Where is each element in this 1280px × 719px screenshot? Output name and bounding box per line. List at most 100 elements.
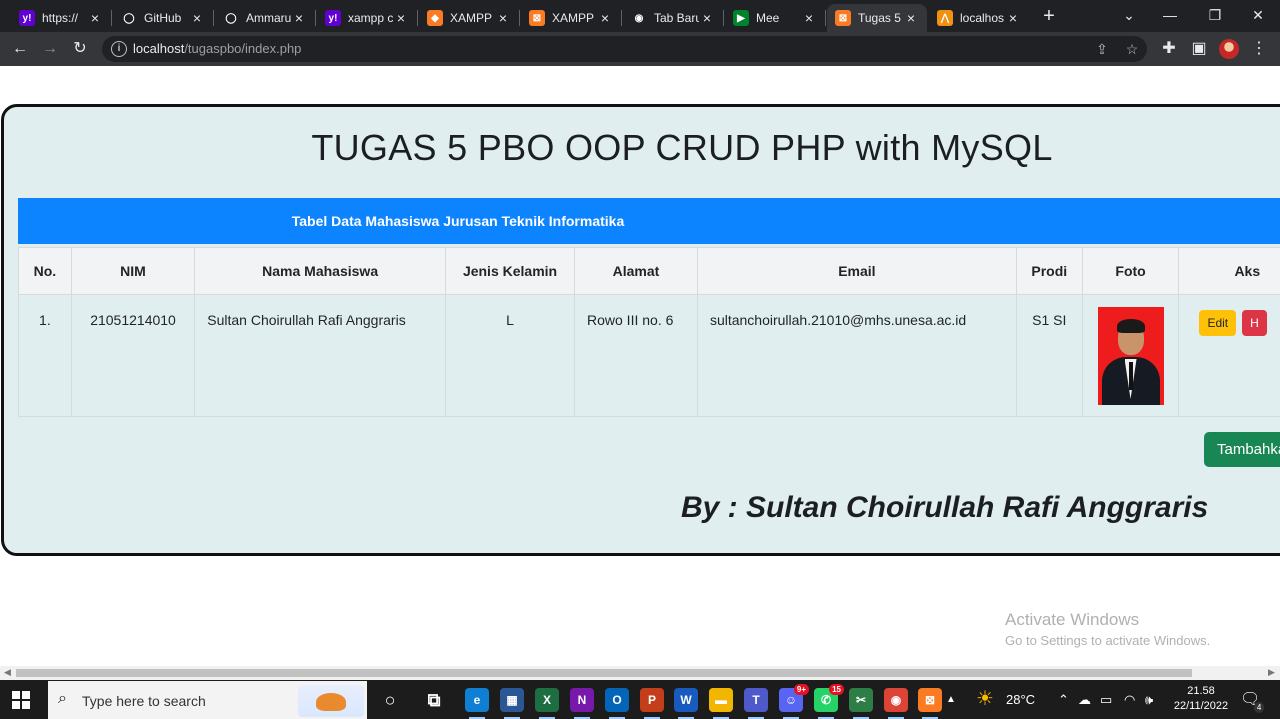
excel-icon[interactable]: X — [535, 688, 559, 719]
tab-separator — [417, 10, 418, 26]
outlook-icon[interactable]: O — [605, 688, 629, 719]
close-tab-icon[interactable]: × — [87, 10, 103, 26]
student-photo — [1097, 307, 1164, 405]
tab-separator — [825, 10, 826, 26]
github-icon: ◯ — [121, 10, 137, 26]
browser-tab[interactable]: ▶ Mee × — [725, 4, 826, 32]
watermark-subtitle: Go to Settings to activate Windows. — [1005, 633, 1211, 648]
scrollbar-thumb[interactable] — [16, 669, 1192, 677]
windows-start-icon[interactable] — [12, 691, 30, 709]
meet-icon: ▶ — [733, 10, 749, 26]
onedrive-cloud-icon[interactable]: ☁ — [1078, 680, 1091, 719]
address-bar[interactable]: i localhost/tugaspbo/index.php ⇪ ☆ — [102, 36, 1147, 62]
search-placeholder: Type here to search — [82, 693, 206, 709]
share-icon[interactable]: ⇪ — [1092, 39, 1112, 59]
delete-button[interactable]: H — [1242, 310, 1267, 336]
store-icon[interactable]: ▦ — [500, 688, 524, 719]
browser-tab[interactable]: ◆ XAMPP × — [419, 4, 520, 32]
forward-arrow-icon[interactable]: → — [38, 37, 62, 61]
close-tab-icon[interactable]: × — [597, 10, 613, 26]
task-view-icon[interactable]: ⧉ — [422, 688, 446, 712]
browser-tab[interactable]: ⊠ Tugas 5 × — [827, 4, 927, 32]
scroll-right-arrow-icon[interactable]: ▶ — [1268, 667, 1275, 678]
bookmark-star-icon[interactable]: ☆ — [1122, 39, 1142, 59]
extensions-puzzle-icon[interactable]: ✚ — [1157, 37, 1181, 61]
onenote-icon[interactable]: N — [570, 688, 594, 719]
close-tab-icon[interactable]: × — [801, 10, 817, 26]
cell-aksi: Edit H — [1178, 294, 1280, 417]
minimize-button[interactable]: — — [1150, 0, 1190, 30]
url-text[interactable]: localhost/tugaspbo/index.php — [133, 41, 301, 56]
close-window-button[interactable]: ✕ — [1238, 0, 1278, 30]
close-tab-icon[interactable]: × — [903, 10, 919, 26]
profile-avatar[interactable] — [1219, 39, 1239, 59]
browser-tab[interactable]: ◉ Tab Baru × — [623, 4, 724, 32]
word-icon[interactable]: W — [674, 688, 698, 719]
col-header-no: No. — [18, 247, 72, 295]
activate-windows-watermark: Activate Windows Go to Settings to activ… — [1005, 610, 1210, 648]
tab-title: https:// — [42, 11, 79, 25]
browser-tab[interactable]: ◯ GitHub × — [113, 4, 214, 32]
cell-prodi: S1 SI — [1015, 294, 1083, 417]
whatsapp-icon[interactable]: ✆ 15 — [814, 684, 844, 719]
weather-temperature[interactable]: 28°C — [1006, 680, 1035, 719]
taskbar-overflow-arrows-icon[interactable]: ▲ — [946, 680, 956, 719]
weather-sun-icon[interactable]: ☀ — [976, 680, 994, 719]
close-tab-icon[interactable]: × — [699, 10, 715, 26]
tab-title: xampp c — [348, 11, 393, 25]
taskbar-clock[interactable]: 21.58 22/11/2022 — [1165, 684, 1237, 714]
menu-kebab-icon[interactable]: ⋮ — [1247, 37, 1271, 61]
tab-title: XAMPP I — [552, 11, 597, 25]
close-tab-icon[interactable]: × — [495, 10, 511, 26]
file-explorer-icon[interactable]: ▬ — [709, 688, 733, 719]
outlook-glyph: O — [612, 693, 622, 707]
chrome-icon[interactable]: ◉ — [884, 688, 908, 719]
close-tab-icon[interactable]: × — [1005, 10, 1021, 26]
tray-expand-icon[interactable]: ⌃ — [1058, 680, 1069, 719]
teams-icon[interactable]: T — [744, 688, 768, 719]
browser-tab[interactable]: ◯ Ammaru × — [215, 4, 316, 32]
reload-icon[interactable]: ↻ — [68, 37, 92, 61]
maximize-button[interactable]: ❐ — [1195, 0, 1235, 30]
scroll-left-arrow-icon[interactable]: ◀ — [4, 667, 11, 678]
close-tab-icon[interactable]: × — [393, 10, 409, 26]
powerpoint-icon[interactable]: P — [640, 688, 664, 719]
close-tab-icon[interactable]: × — [291, 10, 307, 26]
url-host: localhost — [133, 41, 185, 56]
col-header-nim: NIM — [70, 247, 196, 295]
wifi-icon[interactable]: ◠ — [1124, 680, 1135, 719]
new-tab-button[interactable]: + — [1038, 4, 1060, 28]
word-glyph: W — [680, 693, 692, 707]
browser-tab[interactable]: ⊠ XAMPP I × — [521, 4, 622, 32]
cortana-glyph: ○ — [384, 690, 396, 710]
close-tab-icon[interactable]: × — [189, 10, 205, 26]
side-panel-icon[interactable]: ▣ — [1187, 37, 1211, 61]
snipping-glyph: ✂ — [855, 693, 867, 707]
edge-icon[interactable]: e — [465, 688, 489, 719]
edit-button[interactable]: Edit — [1199, 310, 1237, 336]
back-arrow-icon[interactable]: ← — [8, 37, 32, 61]
notification-count: 4 — [1253, 702, 1265, 713]
clock-time: 21.58 — [1187, 685, 1215, 697]
search-icon: ⌕ — [58, 690, 67, 707]
discord-icon[interactable]: ☺ 9+ — [779, 684, 809, 719]
horizontal-scrollbar[interactable]: ◀ ▶ — [0, 666, 1280, 680]
browser-tab[interactable]: ⋀ localhos × — [929, 4, 1029, 32]
browser-tab[interactable]: y! https:// × — [11, 4, 112, 32]
tab-title: Mee — [756, 11, 780, 25]
cell-foto — [1081, 294, 1180, 417]
tab-search-icon[interactable]: ⌄ — [1109, 0, 1149, 30]
xampp-icon[interactable]: ⊠ — [918, 688, 942, 719]
tab-separator — [621, 10, 622, 26]
table-caption: Tabel Data Mahasiswa Jurusan Teknik Info… — [291, 213, 625, 229]
add-data-button[interactable]: Tambahka — [1204, 432, 1280, 467]
taskbar-search-box[interactable]: ⌕ Type here to search — [48, 681, 367, 719]
battery-icon[interactable]: ▭ — [1100, 680, 1112, 719]
site-info-icon[interactable]: i — [111, 41, 127, 57]
snipping-icon[interactable]: ✂ — [849, 688, 873, 719]
store-glyph: ▦ — [506, 693, 518, 707]
notifications-icon[interactable]: 🗨 4 — [1240, 680, 1265, 719]
cortana-icon[interactable]: ○ — [378, 688, 402, 712]
volume-icon[interactable]: 🕪 — [1145, 680, 1153, 719]
browser-tab[interactable]: y! xampp c × — [317, 4, 418, 32]
